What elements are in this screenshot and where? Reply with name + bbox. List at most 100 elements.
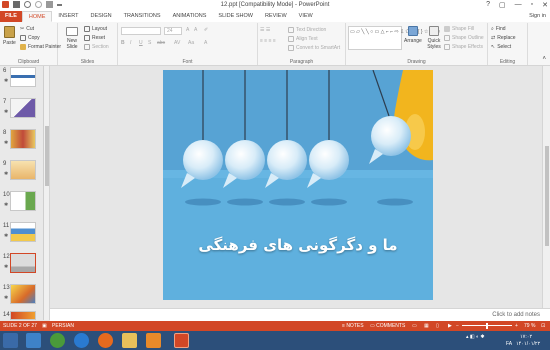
notes-pane[interactable]: Click to add notes xyxy=(50,308,550,321)
find-button[interactable]: ⌕ Find xyxy=(491,26,506,32)
paragraph-group-label: Paragraph xyxy=(289,59,314,65)
format-painter-button[interactable]: Format Painter xyxy=(20,44,61,50)
clock-date[interactable]: ۱۴۰۱/۰۱/۲۲ xyxy=(516,341,540,347)
tab-transitions[interactable]: TRANSITIONS xyxy=(118,11,167,22)
slide-thumbnail[interactable]: 14 xyxy=(0,310,44,320)
clock-time[interactable]: ۱۷:۰۲ xyxy=(520,334,532,340)
vertical-scrollbar[interactable] xyxy=(542,66,550,308)
layout-button[interactable]: Layout xyxy=(84,26,107,32)
align-buttons[interactable]: ≡ ≡ ≡ ≡ xyxy=(260,38,276,44)
help-button[interactable]: ? xyxy=(486,1,490,9)
zoom-level[interactable]: 79 % xyxy=(524,323,535,329)
collapse-ribbon-icon[interactable]: ˄ xyxy=(542,56,546,62)
underline-button[interactable]: U xyxy=(139,40,143,46)
powerpoint-taskbar-icon[interactable] xyxy=(174,333,189,348)
smartart-button[interactable]: Convert to SmartArt xyxy=(288,45,340,51)
current-slide[interactable]: ما و دگرگونی های فرهنگی xyxy=(163,70,433,300)
tab-file[interactable]: FILE xyxy=(0,11,22,22)
grow-font-button[interactable]: A xyxy=(186,27,189,33)
shadow-button[interactable]: S xyxy=(148,40,151,46)
italic-button[interactable]: I xyxy=(130,40,131,46)
shape-effects-button[interactable]: Shape Effects xyxy=(444,44,483,50)
slide-thumbnail[interactable]: 8 ✱ xyxy=(0,128,44,156)
paste-button[interactable]: Paste xyxy=(3,26,16,46)
tab-slide-show[interactable]: SLIDE SHOW xyxy=(212,11,259,22)
bold-button[interactable]: B xyxy=(121,40,125,46)
reset-button[interactable]: Reset xyxy=(84,35,105,41)
fit-slide-icon[interactable]: ⊡ xyxy=(541,323,545,329)
newtons-cradle-illustration xyxy=(163,70,433,300)
slide-thumbnail[interactable]: 6 ✱ xyxy=(0,66,44,94)
slideshow-view-button[interactable]: ▶ xyxy=(448,323,452,329)
arrange-button[interactable]: Arrange xyxy=(404,26,422,44)
quick-styles-button[interactable]: Quick Styles xyxy=(424,26,444,50)
reset-label: Reset xyxy=(92,35,106,41)
input-language[interactable]: FA xyxy=(506,341,512,347)
tab-view[interactable]: VIEW xyxy=(293,11,319,22)
tab-animations[interactable]: ANIMATIONS xyxy=(167,11,213,22)
cut-button[interactable]: ✂ Cut xyxy=(20,26,34,32)
animation-star-icon: ✱ xyxy=(4,264,9,270)
zoom-slider-thumb[interactable] xyxy=(486,323,488,329)
shape-outline-button[interactable]: Shape Outline xyxy=(444,35,484,41)
strikethrough-button[interactable]: abc xyxy=(157,40,165,46)
language-indicator[interactable]: PERSIAN xyxy=(52,323,74,329)
slide-title[interactable]: ما و دگرگونی های فرهنگی xyxy=(163,236,433,254)
change-case-button[interactable]: Aa xyxy=(188,40,194,46)
section-button[interactable]: Section xyxy=(84,44,109,50)
maximize-button[interactable]: ▫ xyxy=(531,1,533,9)
system-tray-icons[interactable]: ▴ ◧ ◐ ✱ xyxy=(466,334,485,340)
close-button[interactable]: ✕ xyxy=(542,1,548,9)
file-explorer-icon[interactable] xyxy=(122,333,137,348)
slide-sorter-button[interactable]: ▦ xyxy=(424,323,429,329)
tab-review[interactable]: REVIEW xyxy=(259,11,293,22)
sign-in-link[interactable]: Sign in xyxy=(529,13,546,19)
new-slide-button[interactable]: New Slide xyxy=(62,27,82,50)
notes-placeholder: Click to add notes xyxy=(492,312,540,318)
shrink-font-button[interactable]: A xyxy=(194,27,197,33)
select-button[interactable]: ↖ Select xyxy=(491,44,511,50)
clear-formatting-button[interactable]: ✐ xyxy=(204,27,208,33)
align-text-button[interactable]: Align Text xyxy=(288,36,318,42)
slide-thumbnail[interactable]: 13 ✱ xyxy=(0,283,44,311)
comments-toggle[interactable]: ▭ COMMENTS xyxy=(370,323,405,329)
text-direction-label: Text Direction xyxy=(296,27,327,33)
char-spacing-button[interactable]: AV xyxy=(174,40,180,46)
internet-explorer-icon[interactable] xyxy=(74,333,89,348)
zoom-out-button[interactable]: − xyxy=(456,323,459,329)
font-color-button[interactable]: A xyxy=(204,40,207,46)
slide-thumbnail[interactable]: 9 ✱ xyxy=(0,159,44,187)
proofing-icon[interactable]: ▣ xyxy=(42,323,47,329)
tab-insert[interactable]: INSERT xyxy=(52,11,84,22)
copy-button[interactable]: Copy xyxy=(20,35,40,41)
animation-star-icon: ✱ xyxy=(4,202,9,208)
slide-thumbnail-selected[interactable]: 12 ✱ xyxy=(0,252,44,280)
find-label: Find xyxy=(495,26,506,32)
minimize-button[interactable]: — xyxy=(515,1,522,9)
quick-styles-icon xyxy=(429,26,439,36)
firefox-icon[interactable] xyxy=(98,333,113,348)
new-slide-label: New Slide xyxy=(66,38,78,50)
slide-thumbnail[interactable]: 10 ✱ xyxy=(0,190,44,218)
font-size-box[interactable]: 24 xyxy=(164,27,182,35)
font-name-box[interactable] xyxy=(121,27,161,35)
tab-home[interactable]: HOME xyxy=(21,11,53,22)
slide-thumbnail[interactable]: 7 ✱ xyxy=(0,97,44,125)
shape-fill-button[interactable]: Shape Fill xyxy=(444,26,474,32)
shapes-gallery[interactable]: ▭ ▱ ╲ ╲ ○ ▭ △ ⌐ ⌐ ⇨ ⇩ ⬠ ⌒ { } ☆ ⇦ ⬡ xyxy=(348,26,440,50)
start-button[interactable] xyxy=(3,333,18,348)
slide-number: 6 xyxy=(3,68,7,74)
telegram-icon[interactable] xyxy=(26,333,41,348)
media-player-icon[interactable] xyxy=(146,333,161,348)
tab-design[interactable]: DESIGN xyxy=(85,11,118,22)
replace-button[interactable]: ⇄ Replace xyxy=(491,35,516,41)
slide-thumbnail[interactable]: 11 ✱ xyxy=(0,221,44,249)
ribbon-display-button[interactable]: ▢ xyxy=(499,1,506,9)
notes-toggle[interactable]: ≡ NOTES xyxy=(342,323,364,329)
zoom-in-button[interactable]: + xyxy=(515,323,518,329)
globe-app-icon[interactable] xyxy=(50,333,65,348)
reading-view-button[interactable]: ▯ xyxy=(436,323,439,329)
bullets-button[interactable]: ☰ ☰ xyxy=(260,27,270,33)
normal-view-button[interactable]: ▭ xyxy=(412,323,417,329)
text-direction-button[interactable]: Text Direction xyxy=(288,27,326,33)
